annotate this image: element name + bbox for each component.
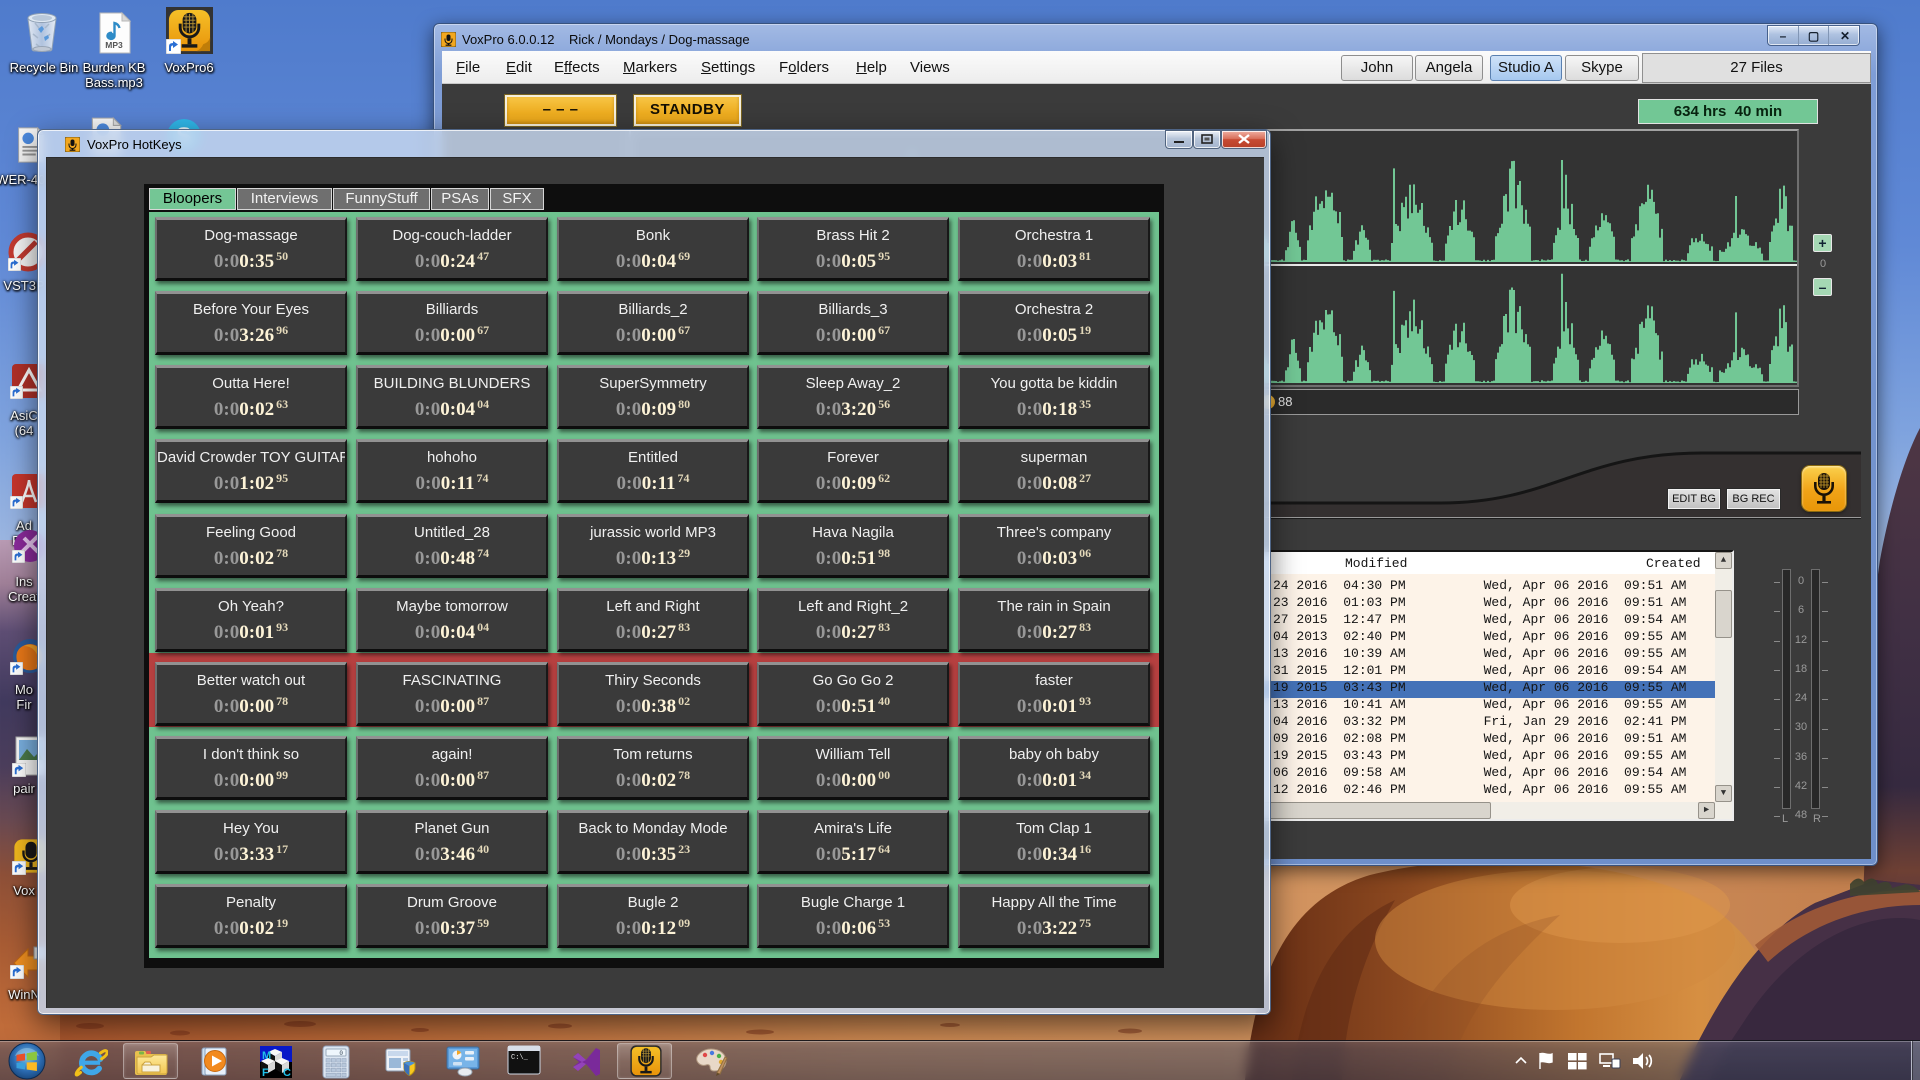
svg-text:F: F [262, 1067, 269, 1079]
svg-text:C:\_: C:\_ [511, 1054, 529, 1062]
svg-text:MP3: MP3 [105, 40, 123, 50]
svg-text:0: 0 [339, 1050, 343, 1057]
svg-text:M: M [262, 1050, 271, 1062]
svg-text:C: C [283, 1067, 291, 1079]
